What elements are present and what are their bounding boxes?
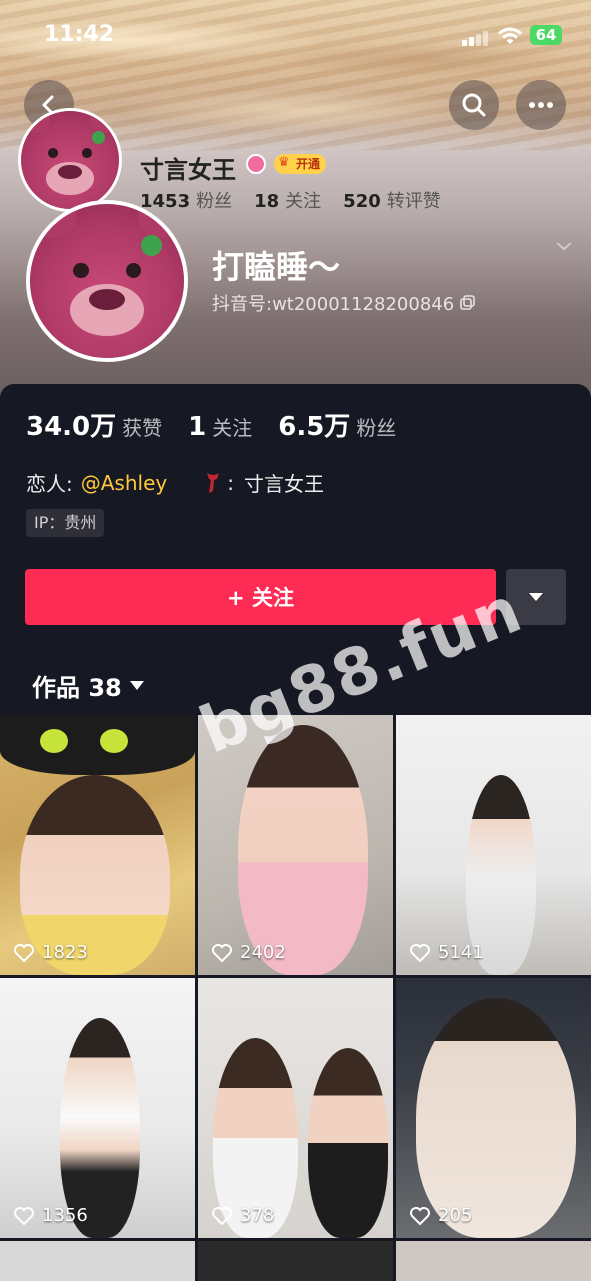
heart-icon <box>410 943 430 962</box>
profile-avatar[interactable] <box>26 200 188 362</box>
video-thumbnail[interactable]: 1823 <box>0 715 195 975</box>
wifi-icon <box>498 27 522 44</box>
profile-nickname: 打瞌睡～ <box>212 248 341 286</box>
copy-icon[interactable] <box>460 295 476 311</box>
search-button[interactable] <box>449 80 499 130</box>
stat-followers[interactable]: 6.5万 粉丝 <box>278 406 396 443</box>
video-thumbnail[interactable] <box>198 1241 393 1281</box>
battery-indicator: 64 <box>530 25 562 45</box>
video-grid: 1823 2402 5141 1356 378 205 <box>0 715 591 1281</box>
ip-location-tag: IP：贵州 <box>26 509 105 537</box>
vip-badge[interactable]: ♛ 开通 <box>274 154 327 174</box>
mini-name: 寸言女王 <box>140 156 236 184</box>
heart-icon <box>410 1206 430 1225</box>
stat-following[interactable]: 1 关注 <box>188 412 252 442</box>
like-count: 1823 <box>14 942 88 963</box>
bio-row: 恋人: @Ashley : 寸言女王 <box>26 468 324 497</box>
caret-down-icon <box>529 593 543 601</box>
video-thumbnail[interactable] <box>0 1241 195 1281</box>
like-count: 1356 <box>14 1205 88 1226</box>
scarf-value: 寸言女王 <box>243 472 324 496</box>
douyin-id-text: 抖音号:wt20001128200846 <box>212 294 455 315</box>
like-count: 2402 <box>212 942 286 963</box>
tab-works[interactable]: 作品 38 <box>32 668 144 703</box>
video-thumbnail[interactable]: 1356 <box>0 978 195 1238</box>
video-thumbnail[interactable] <box>396 1241 591 1281</box>
mini-avatar[interactable] <box>18 108 122 212</box>
relation-mention-link[interactable]: @Ashley <box>81 471 167 495</box>
profile-stats: 34.0万 获赞 1 关注 6.5万 粉丝 <box>26 406 396 443</box>
mini-stats: 1453 粉丝 18 关注 520 转评赞 <box>140 187 441 213</box>
mini-stat: 520 转评赞 <box>343 191 441 212</box>
video-thumbnail[interactable]: 205 <box>396 978 591 1238</box>
verified-icon <box>246 154 266 174</box>
like-count: 5141 <box>410 942 484 963</box>
scarf-label: : <box>227 470 234 495</box>
search-icon <box>462 93 486 117</box>
signal-icon <box>462 30 488 46</box>
stat-likes[interactable]: 34.0万 获赞 <box>26 406 162 443</box>
douyin-id[interactable]: 抖音号:wt20001128200846 <box>212 290 476 316</box>
heart-icon <box>212 1206 232 1225</box>
more-options-button[interactable] <box>516 80 566 130</box>
status-bar: 11:42 64 <box>0 0 591 72</box>
video-thumbnail[interactable]: 5141 <box>396 715 591 975</box>
heart-icon <box>14 1206 34 1225</box>
heart-icon <box>212 943 232 962</box>
scarf-icon <box>207 472 220 493</box>
works-tab-label: 作品 38 <box>32 674 122 702</box>
status-time: 11:42 <box>44 22 115 47</box>
video-thumbnail[interactable]: 378 <box>198 978 393 1238</box>
vip-badge-label: 开通 <box>296 157 321 171</box>
relation-label: 恋人: <box>26 472 73 496</box>
heart-icon <box>14 943 34 962</box>
more-icon <box>529 102 553 108</box>
like-count: 378 <box>212 1205 274 1226</box>
like-count: 205 <box>410 1205 472 1226</box>
crown-icon: ♛ <box>278 155 290 170</box>
mini-stat: 18 关注 <box>254 191 322 212</box>
chevron-down-icon[interactable] <box>554 236 574 256</box>
caret-down-icon <box>129 681 144 690</box>
